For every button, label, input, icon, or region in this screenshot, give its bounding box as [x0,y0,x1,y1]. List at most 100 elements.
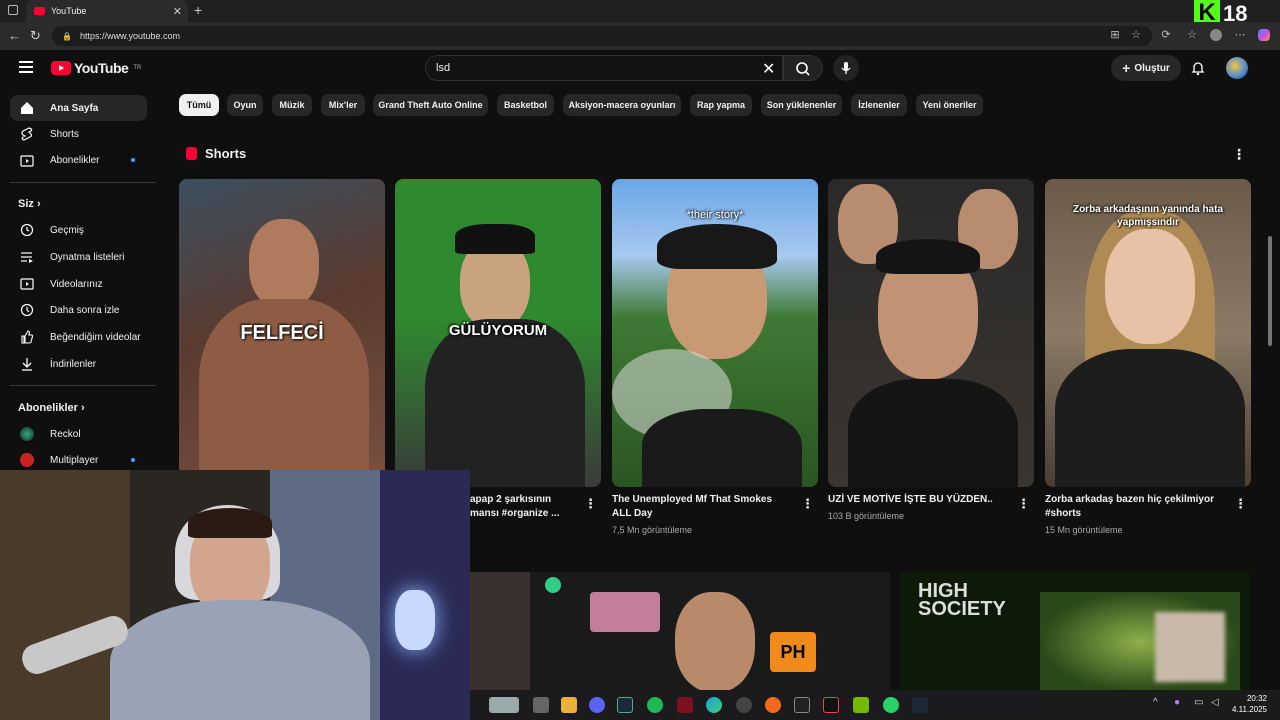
short-title[interactable]: apap 2 şarkısının mansı #organize ... [470,493,580,521]
address-bar[interactable]: 🔒 https://www.youtube.com [52,26,1152,46]
shorts-logo-icon [186,147,197,160]
network-icon[interactable]: ▭ [1194,697,1203,708]
browser-tab[interactable]: YouTube ✕ [26,0,188,22]
apps-icon[interactable]: ⊞ [1109,29,1121,41]
clock-time: 20:32 [1246,694,1267,703]
sidebar-item-label: Beğendiğim videolar [50,331,141,343]
short-thumbnail[interactable]: GÜLÜYORUM [395,179,601,487]
sidebar-item-history[interactable]: Geçmiş [10,217,147,243]
short-more-icon[interactable]: ⋮ [1234,496,1247,512]
short-more-icon[interactable]: ⋮ [584,496,597,512]
steam-icon[interactable] [617,697,633,713]
chip-rap[interactable]: Rap yapma [690,94,752,116]
page-scrollbar[interactable] [1268,236,1272,346]
like-icon [20,330,34,344]
microphone-tray-icon[interactable]: ● [1174,697,1180,708]
youtube-play-icon [51,61,71,75]
create-button[interactable]: + Oluştur [1111,55,1181,81]
app-icon[interactable] [677,697,693,713]
epic-games-icon[interactable] [794,697,810,713]
notifications-bell-icon[interactable] [1190,60,1206,81]
thumbnail-cap [455,224,535,254]
sidebar-item-label: Videolarınız [50,278,103,290]
sidebar-item-home[interactable]: Ana Sayfa [10,95,147,121]
short-thumbnail[interactable]: *their story* [612,179,818,487]
tab-actions-icon[interactable] [8,5,18,15]
chip-all[interactable]: Tümü [179,94,219,116]
chip-mixes[interactable]: Mix'ler [321,94,365,116]
profile-icon[interactable] [1210,29,1222,41]
sidebar-channel-item[interactable]: Reckol [10,421,147,447]
app-icon[interactable] [823,697,839,713]
search-button[interactable] [783,55,823,81]
short-title[interactable]: Zorba arkadaş bazen hiç çekilmiyor #shor… [1045,493,1225,521]
short-thumbnail[interactable]: Zorba arkadaşının yanında hata yapmışsın… [1045,179,1251,487]
youtube-logo[interactable]: YouTube TR [51,60,141,76]
thumbnail-hair [876,239,980,274]
chip-basketball[interactable]: Basketbol [497,94,554,116]
chip-action-adventure[interactable]: Aksiyon-macera oyunları [563,94,681,116]
video-thumbnail[interactable]: HIGH SOCIETY [900,572,1250,690]
thumbnail-figure [848,379,1018,487]
taskbar-clock[interactable]: 20:32 4.11.2025 [1232,693,1267,715]
chevron-right-icon: › [80,402,85,414]
sidebar-item-liked-videos[interactable]: Beğendiğim videolar [10,324,147,350]
spotify-icon[interactable] [647,697,663,713]
sidebar-item-subscriptions[interactable]: Abonelikler [10,147,147,173]
short-more-icon[interactable]: ⋮ [1017,496,1030,512]
more-menu-icon[interactable]: ⋯ [1234,29,1246,41]
edge-icon[interactable] [706,697,722,713]
clock-date: 4.11.2025 [1232,705,1267,714]
download-icon [20,357,34,371]
chip-gta-online[interactable]: Grand Theft Auto Online [373,94,488,116]
search-input[interactable]: lsd [425,55,783,81]
account-avatar[interactable] [1226,57,1248,79]
sidebar-item-watch-later[interactable]: Daha sonra izle [10,297,147,323]
chip-gaming[interactable]: Oyun [227,94,263,116]
shorts-more-icon[interactable]: ⋮ [1232,146,1246,163]
short-title[interactable]: UZİ VE MOTİVE İŞTE BU YÜZDEN.. [828,493,1008,507]
new-tab-icon[interactable]: + [194,2,202,18]
whatsapp-icon[interactable] [883,697,899,713]
reload-icon[interactable]: ↻ [30,28,41,44]
chip-recently-uploaded[interactable]: Son yüklenenler [761,94,842,116]
chip-watched[interactable]: İzlenenler [851,94,907,116]
copilot-icon[interactable] [1258,29,1270,41]
short-title[interactable]: The Unemployed Mf That Smokes ALL Day [612,493,792,521]
back-icon[interactable]: ← [8,28,21,43]
short-thumbnail[interactable]: FELFECİ [179,179,385,487]
sidebar-item-your-videos[interactable]: Videolarınız [10,271,147,297]
favorite-star-icon[interactable]: ☆ [1130,29,1142,41]
sidebar-item-playlists[interactable]: Oynatma listeleri [10,244,147,270]
nvidia-icon[interactable] [853,697,869,713]
app-icon[interactable] [736,697,752,713]
brave-icon[interactable] [765,697,781,713]
clear-search-icon[interactable]: ✕ [762,59,775,79]
file-explorer-icon[interactable] [561,697,577,713]
thumbnail-figure [1105,229,1195,344]
video-thumbnail[interactable]: PH [470,572,890,690]
menu-icon[interactable] [19,61,33,73]
streamer-hoodie [110,600,370,720]
steam-icon[interactable] [912,697,928,713]
discord-icon[interactable] [589,697,605,713]
your-videos-icon [20,277,34,291]
chip-music[interactable]: Müzik [272,94,312,116]
subscriptions-section-title[interactable]: Abonelikler › [18,402,85,414]
extensions-icon[interactable]: ⟳ [1160,29,1172,41]
sidebar-item-downloads[interactable]: İndirilenler [10,351,147,377]
thumbnail-play-icon [545,577,561,593]
volume-icon[interactable]: ◁ [1211,697,1219,708]
voice-search-button[interactable] [833,55,859,81]
task-view-icon[interactable] [533,697,549,713]
taskbar-widget-icon[interactable] [489,697,519,713]
lock-icon: 🔒 [62,31,72,41]
tray-chevron-icon[interactable]: ^ [1153,697,1158,708]
favorites-icon[interactable]: ☆ [1186,29,1198,41]
you-section-title[interactable]: Siz › [18,198,41,210]
short-more-icon[interactable]: ⋮ [801,496,814,512]
chip-new-to-you[interactable]: Yeni öneriler [916,94,983,116]
short-thumbnail[interactable] [828,179,1034,487]
sidebar-item-shorts[interactable]: Shorts [10,121,147,147]
tab-close-icon[interactable]: ✕ [173,5,182,18]
